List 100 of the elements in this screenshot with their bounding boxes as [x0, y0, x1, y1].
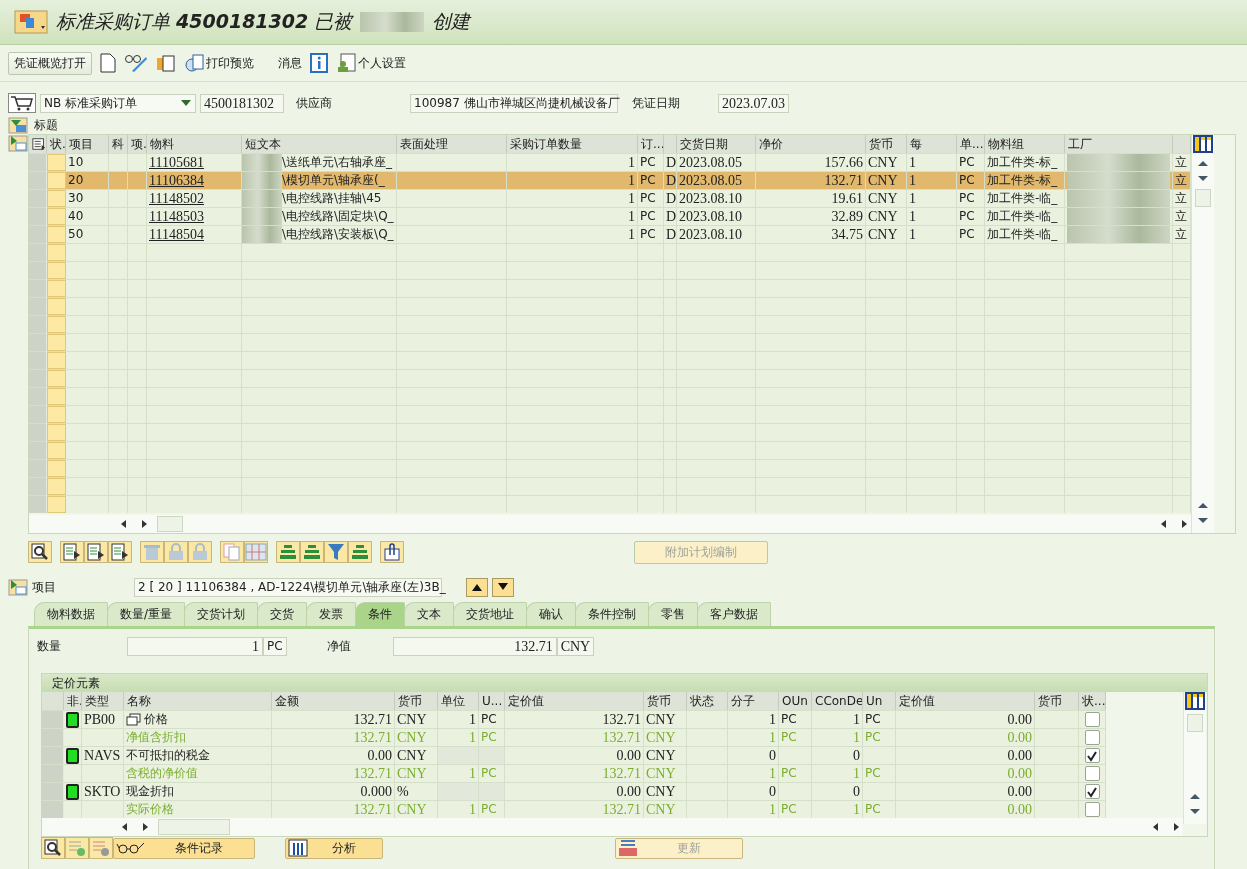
row-selector[interactable] [42, 711, 64, 728]
checkbox[interactable] [1084, 730, 1100, 745]
tab[interactable]: 条件控制 [575, 602, 650, 626]
messages-button[interactable]: 消息 [278, 54, 302, 72]
horizontal-scrollbar[interactable] [29, 515, 1191, 533]
money-icon [618, 839, 638, 857]
table-cell: NAVS [84, 747, 121, 764]
scroll-thumb[interactable] [157, 516, 183, 532]
tab[interactable]: 确认 [526, 602, 577, 626]
row-selector[interactable] [29, 280, 47, 297]
personal-settings-button[interactable]: 个人设置 [336, 53, 406, 73]
tab[interactable]: 文本 [404, 602, 455, 626]
copy-icon[interactable] [126, 712, 142, 727]
row-selector[interactable] [42, 729, 64, 746]
action-button[interactable]: 条件记录 [113, 837, 255, 859]
info-icon[interactable] [310, 53, 328, 73]
tool-button[interactable] [41, 837, 65, 859]
table-settings-icon[interactable] [32, 137, 46, 151]
table-row[interactable]: 40 11148503 \电控线路\固定块\Q_ 1 PC D 2023.08.10 32.89 CNY 1 PC 加工件类-临_ 立 [29, 207, 1191, 225]
table-row[interactable]: NAVS 不可抵扣的税金 0.00 CNY 0.00 CNY 0 0 0.00 [42, 746, 1106, 764]
row-selector[interactable] [29, 370, 47, 387]
row-selector[interactable] [42, 747, 64, 764]
table-row[interactable]: 20 11106384 \模切单元\轴承座(_ 1 PC D 2023.08.05 132.71 CNY 1 PC 加工件类-标_ 立 [29, 171, 1191, 189]
tab[interactable]: 交货地址 [453, 602, 528, 626]
row-selector[interactable] [29, 442, 47, 459]
checkbox[interactable] [1084, 748, 1100, 763]
print-preview-button[interactable]: 打印预览 [184, 53, 254, 73]
row-selector[interactable] [29, 298, 47, 315]
document-icon[interactable] [100, 53, 116, 73]
overview-button[interactable]: 凭证概览打开 [8, 51, 92, 75]
next-item-button[interactable] [492, 577, 514, 597]
tab[interactable]: 物料数据 [34, 602, 108, 626]
row-selector[interactable] [42, 783, 64, 800]
row-selector[interactable] [29, 172, 47, 189]
row-selector[interactable] [29, 388, 47, 405]
row-selector[interactable] [29, 262, 47, 279]
checkbox[interactable] [1084, 802, 1100, 817]
previous-item-button[interactable] [466, 577, 488, 597]
scroll-thumb[interactable] [158, 819, 230, 835]
bars-icon [303, 543, 321, 561]
tool-button[interactable] [108, 541, 132, 563]
tool-button[interactable] [84, 541, 108, 563]
column-layout-icon[interactable] [1193, 135, 1213, 153]
checkbox[interactable] [1084, 712, 1100, 727]
scroll-thumb[interactable] [1187, 714, 1203, 732]
row-selector[interactable] [29, 406, 47, 423]
quantity-field: 1 [127, 636, 263, 656]
table-row[interactable]: 50 11148504 \电控线路\安装板\Q_ 1 PC D 2023.08.10 34.75 CNY 1 PC 加工件类-临_ 立 [29, 225, 1191, 243]
row-selector[interactable] [29, 478, 47, 495]
action-button[interactable]: 分析 [285, 837, 383, 859]
row-selector[interactable] [29, 244, 47, 261]
scroll-thumb[interactable] [1195, 189, 1211, 207]
blurred-area [360, 12, 425, 32]
row-selector[interactable] [29, 208, 47, 225]
horizontal-scrollbar[interactable] [42, 818, 1183, 836]
remove-row-icon [92, 839, 110, 857]
row-selector[interactable] [29, 352, 47, 369]
tool-button[interactable] [380, 541, 404, 563]
row-selector[interactable] [29, 460, 47, 477]
tab[interactable]: 客户数据 [697, 602, 772, 626]
checkbox[interactable] [1084, 766, 1100, 781]
tab[interactable]: 交货计划 [184, 602, 259, 626]
tab[interactable]: 交货 [257, 602, 308, 626]
tool-button[interactable] [60, 541, 84, 563]
table-row[interactable]: PB00 价格 132.71 CNY 1 PC 132.71 CNY 1 PC 1 PC 0.00 [42, 710, 1106, 728]
row-selector[interactable] [29, 424, 47, 441]
tab[interactable]: 零售 [648, 602, 699, 626]
row-selector[interactable] [29, 226, 47, 243]
table-row[interactable]: 30 11148502 \电控线路\挂轴\45 1 PC D 2023.08.10 19.61 CNY 1 PC 加工件类-临_ 立 [29, 189, 1191, 207]
checkbox[interactable] [1084, 784, 1100, 799]
column-layout-icon[interactable] [1185, 692, 1205, 710]
date-field[interactable]: 2023.07.03 [718, 93, 789, 113]
table-row[interactable]: SKTO 现金折扣 0.000 % 0.00 CNY 0 0 0.00 [42, 782, 1106, 800]
table-cell: 不可抵扣的税金 [126, 747, 210, 764]
document-type-dropdown[interactable]: NB 标准采购订单 [40, 93, 196, 113]
row-selector[interactable] [42, 765, 64, 782]
app-icon[interactable] [14, 10, 48, 34]
row-selector[interactable] [29, 190, 47, 207]
tab[interactable]: 发票 [306, 602, 357, 626]
tool-button[interactable] [28, 541, 52, 563]
collapse-section-icon[interactable] [8, 578, 28, 596]
row-selector[interactable] [42, 801, 64, 818]
tab[interactable]: 条件 [355, 602, 406, 626]
cart-icon[interactable] [8, 93, 36, 113]
row-selector[interactable] [29, 496, 47, 513]
vertical-scrollbar[interactable] [1191, 135, 1214, 533]
vertical-scrollbar[interactable] [1183, 692, 1206, 824]
collapse-section-icon[interactable] [8, 135, 28, 152]
tab[interactable]: 数量/重量 [107, 602, 186, 626]
row-selector[interactable] [29, 316, 47, 333]
po-number-field[interactable]: 4500181302 [200, 93, 284, 113]
row-selector[interactable] [29, 334, 47, 351]
vendor-field[interactable]: 100987 佛山市禅城区尚捷机械设备厂 [410, 93, 618, 113]
glasses-pencil-icon[interactable] [124, 53, 148, 73]
item-label: 项目 [32, 578, 57, 596]
status-cell [47, 370, 66, 387]
document-arrow-icon [87, 543, 105, 561]
table-row[interactable]: 10 11105681 \送纸单元\右轴承座_ 1 PC D 2023.08.05 157.66 CNY 1 PC 加工件类-标_ 立 [29, 153, 1191, 171]
clipboard-icon[interactable] [156, 53, 176, 73]
vendor-label: 供应商 [295, 94, 333, 112]
